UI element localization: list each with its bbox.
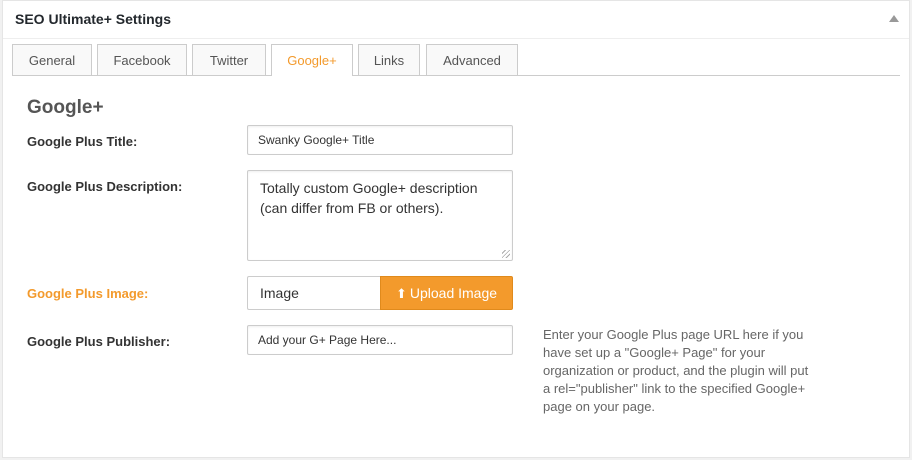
upload-icon: ⬆ — [395, 286, 407, 301]
publisher-help-text: Enter your Google Plus page URL here if … — [543, 327, 809, 414]
panel-title: SEO Ultimate+ Settings — [15, 11, 171, 27]
tab-advanced[interactable]: Advanced — [426, 44, 518, 75]
google-plus-image-label: Google Plus Image: — [27, 286, 149, 301]
google-plus-description-textarea[interactable]: Totally custom Google+ description (can … — [247, 170, 513, 261]
google-plus-publisher-label: Google Plus Publisher: — [27, 334, 171, 349]
google-plus-description-label: Google Plus Description: — [27, 179, 183, 194]
upload-image-label: Upload Image — [409, 285, 498, 301]
google-plus-title-input[interactable]: Swanky Google+ Title — [247, 125, 513, 155]
collapse-icon[interactable] — [889, 15, 899, 22]
tab-facebook[interactable]: Facebook — [97, 44, 187, 75]
google-plus-image-input[interactable]: Image — [247, 276, 381, 310]
section-heading: Google+ — [27, 97, 104, 118]
description-text: Totally custom Google+ description (can … — [260, 180, 478, 216]
upload-image-button[interactable]: ⬆ Upload Image — [380, 276, 513, 310]
tab-links[interactable]: Links — [358, 44, 420, 75]
google-plus-title-label: Google Plus Title: — [27, 134, 138, 149]
google-plus-publisher-input[interactable]: Add your G+ Page Here... — [247, 325, 513, 355]
tab-general[interactable]: General — [12, 44, 92, 75]
panel-header: SEO Ultimate+ Settings — [3, 1, 909, 39]
resize-grip-icon[interactable] — [502, 250, 510, 258]
settings-tabs: General Facebook Twitter Google+ Links A… — [12, 44, 900, 76]
tab-google-plus[interactable]: Google+ — [271, 44, 353, 76]
tab-twitter[interactable]: Twitter — [192, 44, 266, 75]
